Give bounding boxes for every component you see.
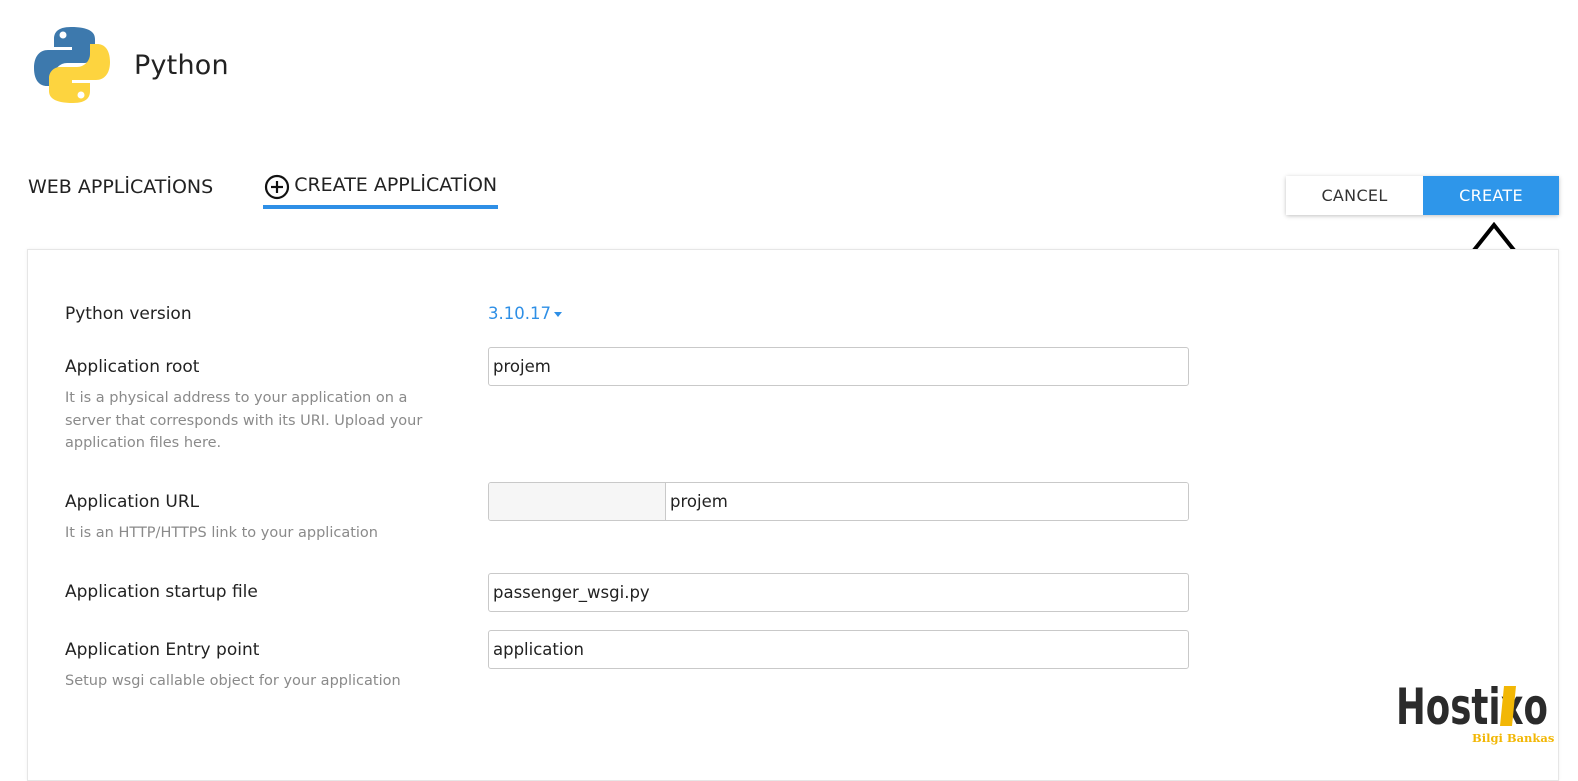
app-url-field bbox=[488, 482, 1189, 521]
entry-point-label: Application Entry point bbox=[65, 640, 260, 660]
app-url-input[interactable] bbox=[666, 483, 1188, 520]
tab-create-application[interactable]: CREATE APPLİCATİON bbox=[263, 170, 499, 209]
startup-file-input[interactable] bbox=[488, 573, 1189, 612]
python-version-select[interactable]: 3.10.17 bbox=[488, 304, 562, 323]
cancel-button[interactable]: CANCEL bbox=[1286, 176, 1423, 215]
app-root-help: It is a physical address to your applica… bbox=[65, 390, 423, 451]
python-version-label: Python version bbox=[65, 304, 192, 324]
tab-bar: WEB APPLİCATİONS CREATE APPLİCATİON bbox=[28, 170, 499, 209]
plus-circle-icon bbox=[265, 174, 290, 200]
entry-point-input[interactable] bbox=[488, 630, 1189, 669]
app-url-help: It is an HTTP/HTTPS link to your applica… bbox=[65, 525, 378, 541]
watermark-subtitle: Bilgi Bankası bbox=[1472, 731, 1554, 745]
app-url-label: Application URL bbox=[65, 492, 200, 512]
tab-label: CREATE APPLİCATİON bbox=[294, 174, 498, 196]
tab-web-applications[interactable]: WEB APPLİCATİONS bbox=[28, 170, 213, 204]
python-logo-icon bbox=[34, 27, 110, 103]
startup-file-label: Application startup file bbox=[65, 582, 258, 602]
page-title: Python bbox=[134, 49, 229, 81]
tab-label: WEB APPLİCATİONS bbox=[28, 176, 214, 198]
hostixo-watermark-logo: Hostixo Bilgi Bankası bbox=[1396, 678, 1554, 745]
caret-down-icon bbox=[553, 312, 562, 317]
entry-point-help: Setup wsgi callable object for your appl… bbox=[65, 673, 401, 689]
page-header: Python bbox=[30, 22, 229, 108]
action-buttons: CANCEL CREATE bbox=[1286, 176, 1559, 215]
watermark-brand: Hostixo bbox=[1396, 678, 1548, 736]
app-root-label: Application root bbox=[65, 357, 200, 377]
app-root-input[interactable] bbox=[488, 347, 1189, 386]
domain-select[interactable] bbox=[489, 483, 666, 520]
create-button[interactable]: CREATE bbox=[1423, 176, 1559, 215]
python-version-value: 3.10.17 bbox=[488, 304, 551, 323]
